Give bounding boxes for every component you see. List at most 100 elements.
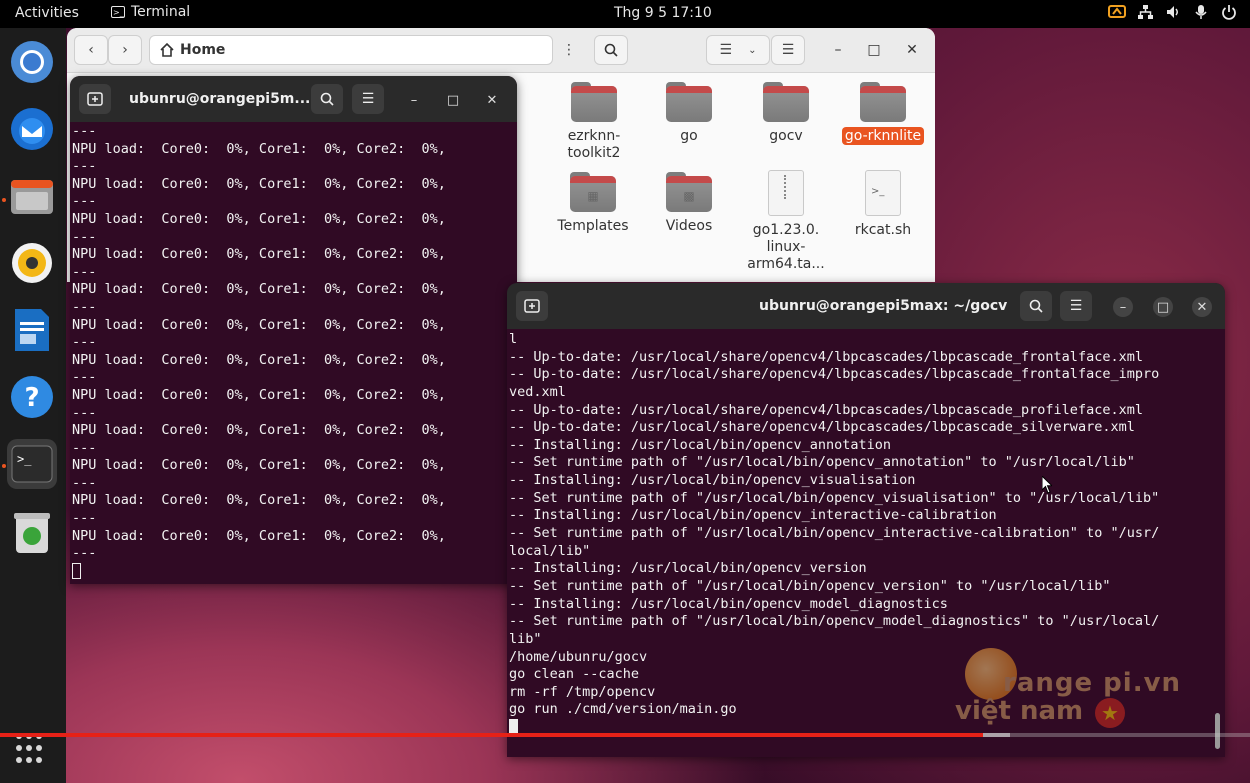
minimize-button[interactable]: – <box>829 41 847 59</box>
hamburger-icon: ☰ <box>1069 298 1083 314</box>
terminal-app-icon: >_ <box>111 6 125 18</box>
folder-icon <box>571 82 617 122</box>
trash-icon[interactable] <box>7 508 57 558</box>
hamburger-icon: ☰ <box>781 42 795 58</box>
terminal-search-button[interactable] <box>311 84 343 114</box>
terminal-line: --- <box>72 369 97 386</box>
chevron-left-icon: ‹ <box>88 42 94 58</box>
terminal-line: NPU load: Core0: 0%, Core1: 0%, Core2: 0… <box>72 140 446 157</box>
new-tab-button[interactable] <box>516 291 548 321</box>
terminal-line: NPU load: Core0: 0%, Core1: 0%, Core2: 0… <box>72 175 446 192</box>
star-icon: ★ <box>1095 698 1125 728</box>
terminal-line: NPU load: Core0: 0%, Core1: 0%, Core2: 0… <box>72 457 446 474</box>
file-label: go1.23.0. linux- arm64.ta... <box>747 222 825 272</box>
location-bar[interactable]: Home <box>149 35 553 65</box>
file-label: gocv <box>769 128 803 144</box>
terminal-output[interactable]: --- NPU load: Core0: 0%, Core1: 0%, Core2… <box>72 123 446 580</box>
files-icon[interactable] <box>7 171 57 221</box>
terminal-line: -- Set runtime path of "/usr/local/bin/o… <box>509 577 1111 594</box>
minimize-button[interactable]: – <box>1113 297 1133 317</box>
chromium-icon[interactable] <box>7 37 57 87</box>
terminal-line: --- <box>72 123 97 139</box>
terminal-line: -- Up-to-date: /usr/local/share/opencv4/… <box>509 348 1143 365</box>
search-icon <box>1029 299 1043 313</box>
close-button[interactable]: ✕ <box>903 41 921 59</box>
templates-folder-icon: ▦ <box>570 172 616 212</box>
dock: ? >_ <box>0 28 66 783</box>
svg-text:>_: >_ <box>17 452 32 466</box>
terminal-line: ved.xml <box>509 383 566 400</box>
location-menu-button[interactable]: ⋮ <box>554 35 584 65</box>
writer-icon[interactable] <box>7 305 57 355</box>
terminal-line: --- <box>72 228 97 245</box>
terminal-menu-button[interactable]: ☰ <box>1060 291 1092 321</box>
new-tab-icon <box>87 92 103 106</box>
file-item-rkcat-sh[interactable]: >_ rkcat.sh <box>838 170 928 239</box>
screen-share-icon[interactable] <box>1108 3 1126 21</box>
file-label: rkcat.sh <box>854 222 912 238</box>
activities-button[interactable]: Activities <box>15 5 79 21</box>
terminal-prompt-line[interactable] <box>72 562 446 581</box>
terminal-header: ubunru@orangepi5max: ~/gocv ☰ – □ ✕ <box>507 283 1225 329</box>
terminal-line: -- Set runtime path of "/usr/local/bin/o… <box>509 613 1160 630</box>
help-icon[interactable]: ? <box>7 372 57 422</box>
svg-text:?: ? <box>24 383 39 413</box>
file-item-ezrknn-toolkit2[interactable]: ezrknn- toolkit2 <box>549 82 639 162</box>
terminal-line: -- Up-to-date: /usr/local/share/opencv4/… <box>509 366 1160 383</box>
terminal-line: -- Set runtime path of "/usr/local/bin/o… <box>509 489 1160 506</box>
hamburger-menu-button[interactable]: ☰ <box>771 35 805 65</box>
maximize-button[interactable]: □ <box>1153 297 1173 317</box>
terminal-line: --- <box>72 193 97 210</box>
view-options-button[interactable]: ☰ ⌄ <box>706 35 770 65</box>
rhythmbox-icon[interactable] <box>7 238 57 288</box>
folder-icon <box>860 82 906 122</box>
terminal-line: --- <box>72 474 97 491</box>
terminal-line: NPU load: Core0: 0%, Core1: 0%, Core2: 0… <box>72 351 446 368</box>
terminal-line: --- <box>72 545 97 562</box>
file-label: Videos <box>665 218 713 234</box>
list-view-icon: ☰ <box>719 42 733 58</box>
file-label-selected: go-rknnlite <box>841 127 925 145</box>
network-icon[interactable] <box>1136 3 1154 21</box>
home-icon <box>160 43 174 57</box>
system-tray[interactable] <box>1108 3 1238 21</box>
forward-button[interactable]: › <box>108 35 142 65</box>
terminal-line: -- Set runtime path of "/usr/local/bin/o… <box>509 525 1160 542</box>
power-icon[interactable] <box>1220 3 1238 21</box>
close-button[interactable]: ✕ <box>1192 297 1212 317</box>
file-item-go-rknnlite[interactable]: go-rknnlite <box>838 82 928 145</box>
watermark-logo: range pi.vn việt nam ★ <box>955 640 1200 730</box>
terminal-line: local/lib" <box>509 542 591 559</box>
thunderbird-icon[interactable] <box>7 104 57 154</box>
mic-icon[interactable] <box>1192 3 1210 21</box>
search-icon <box>320 92 334 106</box>
file-item-gocv[interactable]: gocv <box>741 82 831 145</box>
maximize-button[interactable]: □ <box>865 41 883 59</box>
back-button[interactable]: ‹ <box>74 35 108 65</box>
file-label: Templates <box>557 218 629 234</box>
close-button[interactable]: ✕ <box>482 90 502 110</box>
terminal-line: l <box>509 331 518 347</box>
terminal-title: ubunru@orangepi5max: ~/gocv <box>759 298 1008 314</box>
terminal-menu-button[interactable]: ☰ <box>352 84 384 114</box>
terminal-icon[interactable]: >_ <box>7 439 57 489</box>
mouse-pointer-icon <box>1042 476 1052 494</box>
new-tab-button[interactable] <box>79 84 111 114</box>
show-apps-icon[interactable] <box>16 733 48 765</box>
search-button[interactable] <box>594 35 628 65</box>
app-menu[interactable]: >_ Terminal <box>111 4 190 20</box>
file-item-templates[interactable]: ▦ Templates <box>548 172 638 235</box>
video-progress-played[interactable] <box>0 733 983 737</box>
clock[interactable]: Thg 9 5 17:10 <box>614 5 712 21</box>
file-item-videos[interactable]: ▩ Videos <box>644 172 734 235</box>
terminal-search-button[interactable] <box>1020 291 1052 321</box>
maximize-button[interactable]: □ <box>443 90 463 110</box>
file-item-go-archive[interactable]: go1.23.0. linux- arm64.ta... <box>741 170 831 273</box>
terminal-scrollbar[interactable] <box>1215 713 1220 749</box>
terminal-line: --- <box>72 404 97 421</box>
file-item-go[interactable]: go <box>644 82 734 145</box>
minimize-button[interactable]: – <box>404 90 424 110</box>
terminal-line: -- Up-to-date: /usr/local/share/opencv4/… <box>509 401 1143 418</box>
volume-icon[interactable] <box>1164 3 1182 21</box>
terminal-line: --- <box>72 158 97 175</box>
